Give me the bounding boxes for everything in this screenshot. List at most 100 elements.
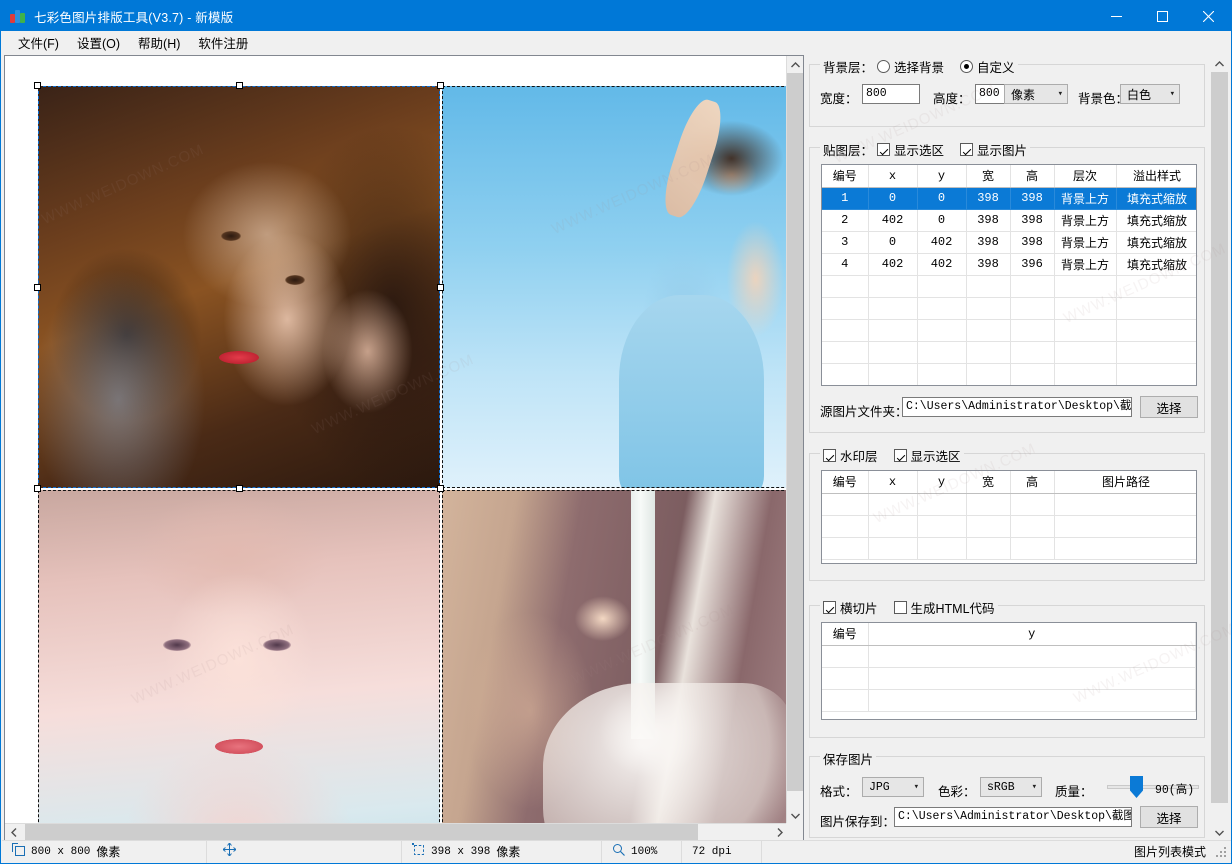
checkbox-show-selection-watermark[interactable]: [894, 449, 907, 462]
cell-y: 0: [917, 187, 966, 209]
checkbox-show-image-tile-label[interactable]: 显示图片: [977, 140, 1027, 159]
save-to-input[interactable]: C:\Users\Administrator\Desktop\截图\测试: [894, 807, 1132, 827]
slice-table-container[interactable]: 编号 y: [821, 622, 1197, 720]
table-row-empty[interactable]: [822, 297, 1197, 319]
table-row-empty[interactable]: [822, 667, 1196, 689]
col-overflow[interactable]: 溢出样式: [1116, 165, 1197, 187]
color-combobox[interactable]: sRGB ▾: [980, 777, 1042, 797]
scroll-left-icon[interactable]: [5, 824, 22, 841]
checkbox-show-image-tile[interactable]: [960, 143, 973, 156]
checkbox-show-selection-watermark-label[interactable]: 显示选区: [911, 446, 961, 465]
checkbox-horizontal-slice[interactable]: [823, 601, 836, 614]
col-w[interactable]: 宽: [966, 471, 1010, 493]
col-y[interactable]: y: [917, 165, 966, 187]
menu-item-file[interactable]: 文件(F): [9, 31, 68, 54]
table-row-empty[interactable]: [822, 493, 1197, 515]
application-window: 七彩色图片排版工具(V3.7) - 新模版 文件(F) 设置(O) 帮助(H) …: [0, 0, 1232, 864]
save-to-choose-button[interactable]: 选择: [1140, 806, 1198, 828]
panel-scroll-down-icon[interactable]: [1211, 824, 1228, 841]
scroll-down-icon[interactable]: [787, 807, 804, 824]
col-no[interactable]: 编号: [822, 623, 868, 645]
close-button[interactable]: [1185, 1, 1231, 31]
panel-vertical-scrollbar[interactable]: [1211, 55, 1228, 841]
canvas-viewport[interactable]: WWW.WEIDOWN.COM WWW.WEIDOWN.COM WWW.WEID…: [5, 56, 788, 824]
col-no[interactable]: 编号: [822, 165, 868, 187]
panel-vscroll-thumb[interactable]: [1211, 72, 1228, 803]
checkbox-show-selection-tile[interactable]: [877, 143, 890, 156]
quality-slider-thumb[interactable]: [1130, 776, 1143, 798]
canvas-hscroll-thumb[interactable]: [25, 824, 698, 841]
col-layer[interactable]: 层次: [1054, 165, 1116, 187]
checkbox-watermark-layer-label[interactable]: 水印层: [840, 446, 878, 465]
canvas-tile-2[interactable]: [442, 86, 788, 488]
canvas-tile-4[interactable]: [442, 490, 788, 824]
cell-layer: 背景上方: [1054, 253, 1116, 275]
source-folder-choose-button[interactable]: 选择: [1140, 396, 1198, 418]
table-row-empty[interactable]: [822, 537, 1197, 559]
format-combobox[interactable]: JPG ▾: [862, 777, 924, 797]
table-row[interactable]: 2 402 0 398 398 背景上方 填充式缩放: [822, 209, 1197, 231]
radio-custom-background[interactable]: [960, 60, 973, 73]
table-row[interactable]: 1 0 0 398 398 背景上方 填充式缩放: [822, 187, 1197, 209]
col-y[interactable]: y: [868, 623, 1196, 645]
table-row-empty[interactable]: [822, 363, 1197, 385]
unit-combobox[interactable]: 像素 ▾: [1004, 84, 1068, 104]
scroll-up-icon[interactable]: [787, 56, 804, 73]
selection-handle-s[interactable]: [236, 485, 243, 492]
canvas-vscroll-thumb[interactable]: [787, 73, 804, 791]
table-row[interactable]: 4 402 402 398 396 背景上方 填充式缩放: [822, 253, 1197, 275]
col-w[interactable]: 宽: [966, 165, 1010, 187]
selection-handle-w[interactable]: [34, 284, 41, 291]
selection-handle-e[interactable]: [437, 284, 444, 291]
checkbox-watermark-layer[interactable]: [823, 449, 836, 462]
minimize-button[interactable]: [1093, 1, 1139, 31]
table-row-empty[interactable]: [822, 319, 1197, 341]
menu-item-help[interactable]: 帮助(H): [129, 31, 189, 54]
canvas-vertical-scrollbar[interactable]: [786, 56, 803, 824]
table-row-empty[interactable]: [822, 689, 1196, 711]
cell-overflow: 填充式缩放: [1116, 253, 1197, 275]
selection-handle-nw[interactable]: [34, 82, 41, 89]
radio-select-background-label[interactable]: 选择背景: [894, 57, 944, 76]
color-value: sRGB: [987, 781, 1015, 794]
col-h[interactable]: 高: [1010, 471, 1054, 493]
table-row-empty[interactable]: [822, 515, 1197, 537]
table-row-empty[interactable]: [822, 645, 1196, 667]
table-row-empty[interactable]: [822, 275, 1197, 297]
tile-layer-table[interactable]: 编号 x y 宽 高 层次 溢出样式 1 0 0: [821, 164, 1197, 386]
table-row[interactable]: 3 0 402 398 398 背景上方 填充式缩放: [822, 231, 1197, 253]
maximize-button[interactable]: [1139, 1, 1185, 31]
selection-handle-ne[interactable]: [437, 82, 444, 89]
checkbox-show-selection-tile-label[interactable]: 显示选区: [894, 140, 944, 159]
col-y[interactable]: y: [917, 471, 966, 493]
canvas-horizontal-scrollbar[interactable]: [5, 823, 788, 840]
selection-handle-n[interactable]: [236, 82, 243, 89]
quality-label: 质量：: [1055, 781, 1093, 800]
canvas-tile-1[interactable]: [38, 86, 440, 488]
selection-handle-se[interactable]: [437, 485, 444, 492]
panel-scroll-up-icon[interactable]: [1211, 55, 1228, 72]
width-input[interactable]: 800: [862, 84, 920, 104]
menu-item-settings[interactable]: 设置(O): [68, 31, 129, 54]
checkbox-horizontal-slice-label[interactable]: 横切片: [840, 598, 878, 617]
radio-select-background[interactable]: [877, 60, 890, 73]
radio-custom-background-label[interactable]: 自定义: [977, 57, 1015, 76]
background-color-combobox[interactable]: 白色 ▾: [1120, 84, 1180, 104]
checkbox-generate-html-label[interactable]: 生成HTML代码: [911, 598, 995, 617]
source-folder-input[interactable]: C:\Users\Administrator\Desktop\截图\测: [902, 397, 1132, 417]
table-row-empty[interactable]: [822, 341, 1197, 363]
watermark-layer-group: 水印层 显示选区 编号 x y 宽: [809, 453, 1205, 581]
col-h[interactable]: 高: [1010, 165, 1054, 187]
col-image-path[interactable]: 图片路径: [1054, 471, 1197, 493]
selection-handle-sw[interactable]: [34, 485, 41, 492]
watermark-layer-header: 水印层 显示选区: [820, 446, 964, 465]
watermark-layer-table[interactable]: 编号 x y 宽 高 图片路径: [821, 470, 1197, 564]
resize-grip-icon[interactable]: [1216, 847, 1228, 859]
col-x[interactable]: x: [868, 165, 917, 187]
col-no[interactable]: 编号: [822, 471, 868, 493]
status-zoom[interactable]: 100%: [602, 841, 682, 863]
col-x[interactable]: x: [868, 471, 917, 493]
menu-item-register[interactable]: 软件注册: [189, 31, 257, 54]
canvas-tile-3[interactable]: [38, 490, 440, 824]
checkbox-generate-html[interactable]: [894, 601, 907, 614]
